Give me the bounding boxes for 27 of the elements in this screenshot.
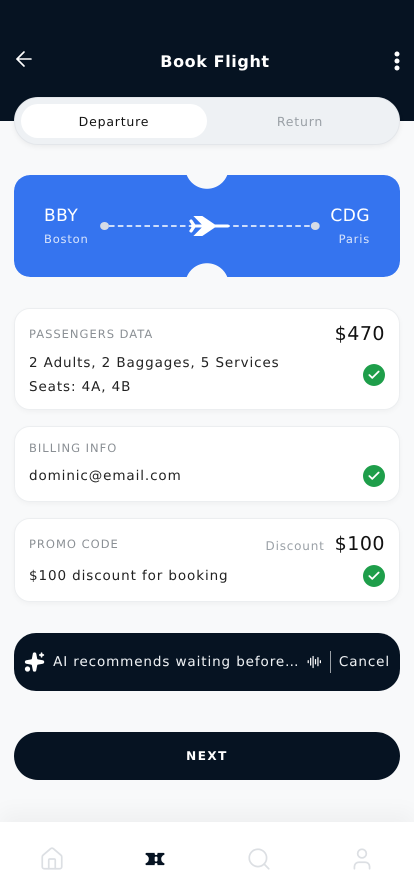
card-title: BILLING INFO <box>29 441 118 455</box>
card-detail: $100 discount for booking <box>29 568 229 584</box>
price: $470 <box>334 323 385 345</box>
destination-code: CDG <box>330 206 370 226</box>
checkmark-icon <box>367 469 381 483</box>
card-detail: Seats: 4A, 4B <box>29 379 132 395</box>
price-label: Discount <box>266 539 325 553</box>
screen-title: Book Flight <box>160 52 270 71</box>
more-icon <box>394 51 400 71</box>
next-button[interactable]: NEXT <box>14 732 400 780</box>
card-detail: 2 Adults, 2 Baggages, 5 Services <box>29 355 280 371</box>
card-detail: dominic@email.com <box>29 468 182 484</box>
checkmark-icon <box>367 569 381 583</box>
destination-city: Paris <box>338 232 370 246</box>
ai-message: AI recommends waiting before… <box>53 654 300 670</box>
search-icon <box>246 846 272 872</box>
cancel-button[interactable]: Cancel <box>338 654 390 670</box>
origin-city: Boston <box>44 232 89 246</box>
audio-lines-icon <box>307 653 322 671</box>
more-options-button[interactable] <box>394 51 400 71</box>
checkmark-icon <box>367 368 381 382</box>
card-title: PROMO CODE <box>29 537 119 551</box>
price: $100 <box>334 533 385 555</box>
card-title: PASSENGERS DATA <box>29 327 154 341</box>
origin-code: BBY <box>44 206 78 226</box>
trip-tab[interactable]: Departure <box>21 104 207 138</box>
home-icon <box>38 846 65 872</box>
